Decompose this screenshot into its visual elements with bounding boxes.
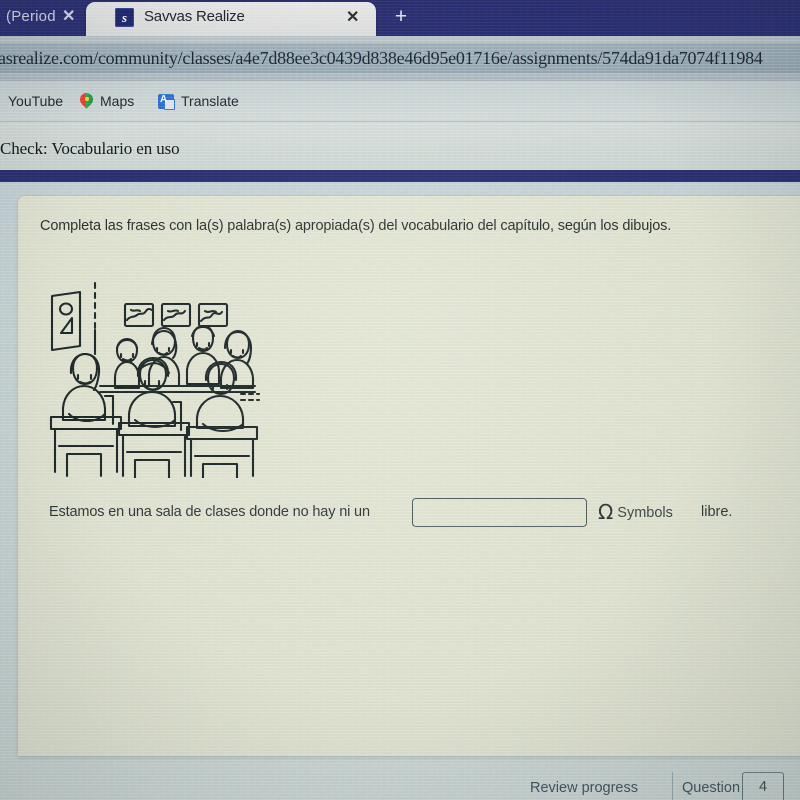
browser-tab-inactive[interactable]: (Period ✕ (0, 0, 92, 36)
close-icon[interactable]: ✕ (346, 7, 359, 27)
browser-tab-strip: (Period ✕ s Savvas Realize ✕ + (0, 0, 800, 36)
bookmark-label: Translate (181, 93, 239, 109)
review-progress-button[interactable]: Review progress (530, 780, 638, 796)
bookmark-translate[interactable]: Translate (158, 90, 239, 112)
symbols-label: Symbols (617, 504, 673, 521)
page-title: Check: Vocabulario en uso (0, 139, 180, 158)
savvas-s-icon: s (115, 8, 134, 27)
browser-tab-active[interactable]: s Savvas Realize ✕ (86, 0, 376, 36)
browser-tab-label: (Period (6, 8, 56, 25)
browser-tab-label: Savvas Realize (144, 8, 245, 25)
classroom-illustration (45, 278, 260, 478)
question-number-field[interactable]: 4 (742, 772, 784, 800)
answer-input[interactable] (412, 498, 587, 527)
bookmark-label: YouTube (8, 93, 64, 109)
omega-icon: Ω (598, 500, 614, 524)
url-text[interactable]: asrealize.com/community/classes/a4e7d88e… (0, 48, 800, 69)
question-instructions: Completa las frases con la(s) palabra(s)… (40, 218, 672, 234)
bookmark-youtube[interactable]: YouTube (8, 90, 63, 112)
sentence-prefix: Estamos en una sala de clases donde no h… (49, 504, 370, 520)
header-accent-band (0, 170, 800, 182)
close-icon[interactable]: ✕ (62, 6, 75, 26)
screen-photo: (Period ✕ s Savvas Realize ✕ + asrealize… (0, 0, 800, 800)
question-label: Question (682, 780, 741, 796)
translate-icon (158, 93, 175, 110)
map-pin-icon (80, 93, 93, 109)
new-tab-button[interactable]: + (388, 4, 414, 30)
assignment-footer (0, 770, 800, 800)
sentence-suffix: libre. (701, 504, 733, 520)
footer-divider (672, 772, 673, 800)
symbols-button[interactable]: Ω Symbols (598, 500, 673, 525)
bookmark-maps[interactable]: Maps (80, 90, 134, 112)
answer-row: Estamos en una sala de clases donde no h… (49, 498, 779, 530)
bookmark-label: Maps (100, 93, 135, 109)
